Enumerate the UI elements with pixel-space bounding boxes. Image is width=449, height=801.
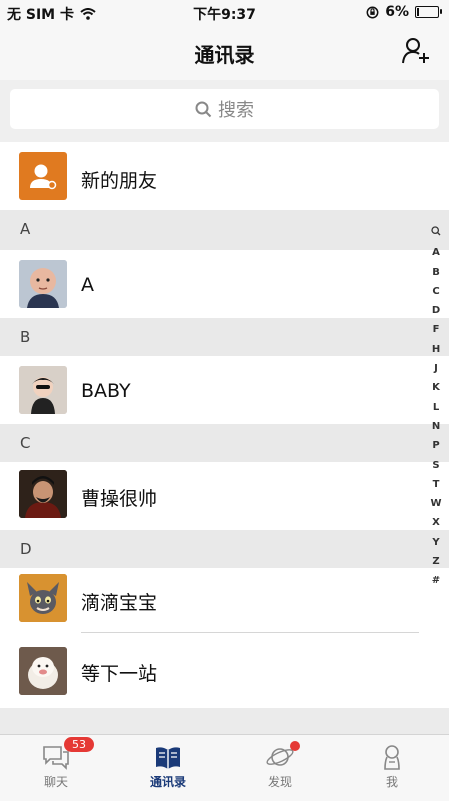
contact-avatar	[19, 366, 67, 414]
index-letter[interactable]: L	[433, 398, 439, 417]
notification-dot	[290, 741, 300, 751]
status-right: 6%	[366, 4, 442, 20]
contact-name: 等下一站	[81, 663, 158, 685]
battery-icon	[415, 6, 442, 18]
contact-avatar	[19, 647, 67, 695]
person-icon	[384, 745, 400, 770]
unread-badge: 53	[64, 737, 94, 752]
contact-name: BABY	[81, 380, 131, 402]
tab-contacts[interactable]: 通讯录	[112, 743, 224, 790]
index-letter[interactable]: Z	[432, 552, 439, 571]
contact-row[interactable]: 等下一站	[0, 633, 449, 708]
index-letter[interactable]: B	[432, 263, 440, 282]
tab-bar: 聊天 53 通讯录 发现 我	[0, 734, 449, 801]
contact-row[interactable]: 曹操很帅	[0, 462, 449, 530]
index-letter[interactable]: C	[432, 282, 439, 301]
contact-row[interactable]: A	[0, 250, 449, 318]
search-input[interactable]: 搜索	[10, 89, 439, 129]
contact-avatar	[19, 260, 67, 308]
tab-chats[interactable]: 聊天 53	[0, 737, 112, 790]
contact-avatar	[19, 574, 67, 622]
index-letter[interactable]: K	[432, 378, 440, 397]
search-icon	[195, 101, 212, 117]
contact-name: 曹操很帅	[81, 488, 158, 510]
index-letter[interactable]: #	[432, 571, 440, 590]
index-letter[interactable]: P	[432, 436, 439, 455]
section-header-b: B	[0, 318, 449, 356]
index-letter[interactable]: W	[430, 494, 441, 513]
contact-name: 滴滴宝宝	[81, 592, 158, 614]
tab-me-label: 我	[385, 775, 398, 789]
new-friends-icon	[19, 152, 67, 200]
tab-discover[interactable]: 发现	[224, 741, 336, 790]
alphabet-index[interactable]: A B C D F H J K L N P S T W X Y Z #	[429, 224, 443, 591]
index-letter[interactable]: X	[432, 513, 440, 532]
contact-row[interactable]: BABY	[0, 356, 449, 424]
section-header-a: A	[0, 210, 449, 250]
index-letter[interactable]: S	[432, 456, 439, 475]
section-header-c: C	[0, 424, 449, 462]
index-letter[interactable]: T	[433, 475, 440, 494]
add-contact-icon[interactable]	[401, 36, 431, 66]
tab-discover-label: 发现	[267, 775, 292, 789]
page-title: 通讯录	[194, 43, 255, 67]
index-letter[interactable]: J	[434, 359, 438, 378]
index-letter[interactable]: D	[432, 301, 440, 320]
search-area: 搜索	[0, 80, 449, 142]
new-friends-row[interactable]: 新的朋友	[0, 142, 449, 210]
index-letter[interactable]: A	[432, 243, 440, 262]
index-letter[interactable]: Y	[432, 533, 439, 552]
tab-me[interactable]: 我	[336, 743, 448, 790]
nav-bar: 通讯录	[0, 26, 449, 80]
contact-avatar	[19, 470, 67, 518]
search-placeholder: 搜索	[218, 100, 254, 121]
contact-row[interactable]: 滴滴宝宝	[0, 568, 449, 633]
new-friends-label: 新的朋友	[81, 170, 158, 192]
battery-percent: 6%	[385, 4, 409, 20]
tab-chats-label: 聊天	[43, 775, 68, 789]
index-letter[interactable]: F	[433, 320, 440, 339]
contacts-book-icon	[156, 747, 180, 769]
tab-contacts-label: 通讯录	[149, 775, 186, 789]
index-search-icon[interactable]	[431, 224, 441, 243]
index-letter[interactable]: N	[432, 417, 440, 436]
section-header-d: D	[0, 530, 449, 568]
contact-name: A	[81, 274, 94, 296]
orientation-lock-icon	[366, 6, 379, 18]
status-bar: 无 SIM 卡 下午9:37 6%	[0, 0, 449, 26]
index-letter[interactable]: H	[432, 340, 440, 359]
